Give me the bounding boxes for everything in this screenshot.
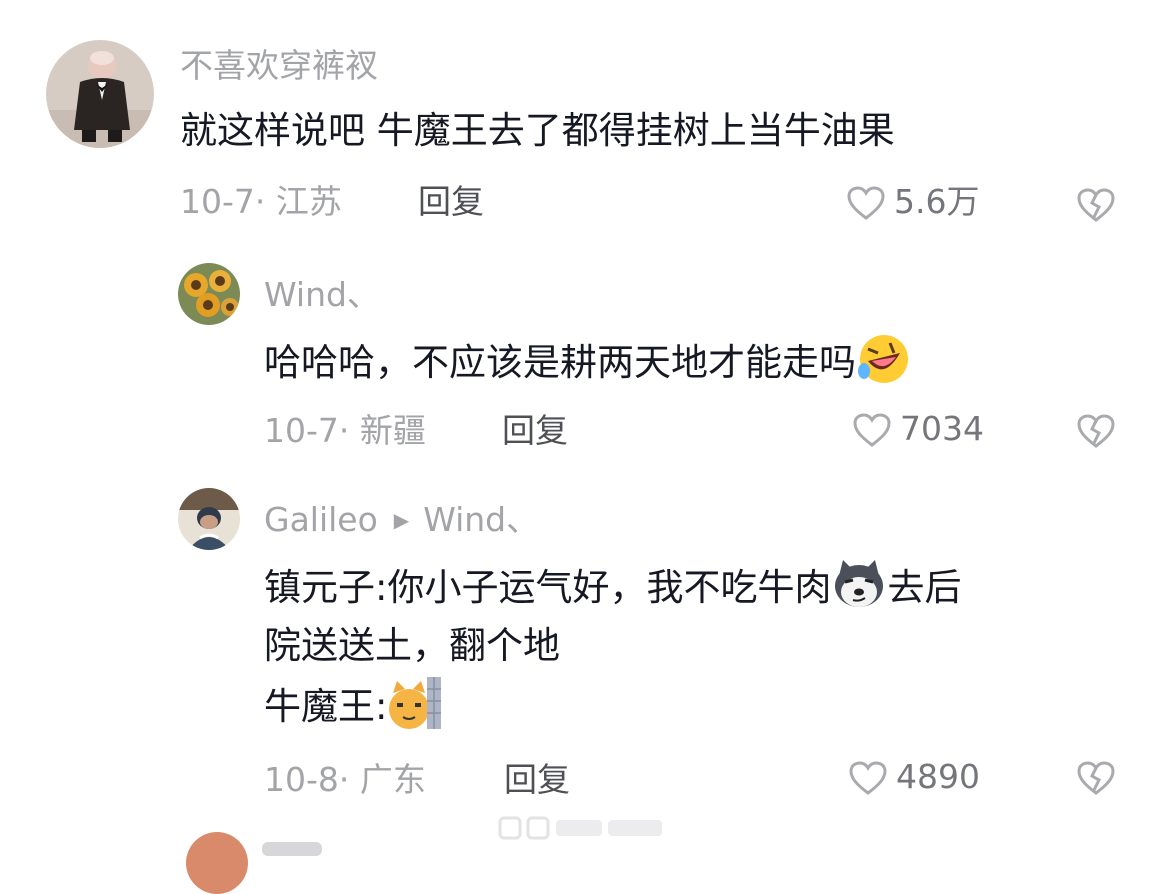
reply-button[interactable]: 回复 <box>504 763 570 796</box>
rolling-laughing-emoji-icon <box>858 335 908 383</box>
heart-icon <box>847 186 885 220</box>
avatar[interactable] <box>46 40 154 148</box>
cat-peeking-emoji-icon <box>389 677 442 729</box>
dislike-icon[interactable] <box>1076 411 1116 451</box>
sunflowers-icon <box>178 263 240 325</box>
next-comment-avatar[interactable] <box>186 832 248 894</box>
comment-line-2: 院送送土，翻个地 <box>264 624 560 667</box>
like-count: 5.6万 <box>894 182 980 221</box>
comment-line-3: 牛魔王: <box>264 675 961 736</box>
like-button[interactable]: 4890 <box>848 760 980 796</box>
author-name[interactable]: Galileo <box>264 500 378 539</box>
doge-emoji-icon <box>835 560 884 607</box>
heart-icon <box>853 413 891 447</box>
avatar[interactable] <box>178 488 240 550</box>
monkey-in-suit-icon <box>46 40 154 148</box>
comment-text: 哈哈哈，不应该是耕两天地才能走吗 <box>264 331 912 392</box>
comment-text: 镇元子:你小子运气好，我不吃牛肉 去后 院送送土，翻个地 牛魔王: <box>264 556 961 736</box>
comment-text: 就这样说吧 牛魔王去了都得挂树上当牛油果 <box>180 109 895 152</box>
like-button[interactable]: 7034 <box>852 412 984 448</box>
dislike-icon[interactable] <box>1076 185 1116 225</box>
comment-date-location: 10-7· 新疆 <box>264 411 426 450</box>
like-button[interactable]: 5.6万 <box>846 185 979 221</box>
reply-arrow-icon: ▶ <box>393 508 410 532</box>
comment-line-3-text: 牛魔王: <box>264 685 388 728</box>
heart-icon <box>849 761 887 795</box>
reply-button[interactable]: 回复 <box>502 414 568 447</box>
comment-date-location: 10-8· 广东 <box>264 760 426 799</box>
next-comment-username <box>262 842 322 856</box>
like-count: 4890 <box>896 757 980 796</box>
username: Galileo ▶ Wind、 <box>264 503 539 536</box>
comment-line-1-text: 镇元子:你小子运气好，我不吃牛肉 <box>264 566 832 609</box>
like-count: 7034 <box>900 409 984 448</box>
avatar[interactable] <box>178 263 240 325</box>
reply-button[interactable]: 回复 <box>418 185 484 218</box>
reply-to-name[interactable]: Wind、 <box>423 500 539 539</box>
comment-line-1: 镇元子:你小子运气好，我不吃牛肉 去后 <box>264 556 961 617</box>
comment-date-location: 10-7· 江苏 <box>180 182 342 221</box>
comment-line-1-end: 去后 <box>887 566 962 609</box>
man-portrait-icon <box>178 488 240 550</box>
username[interactable]: Wind、 <box>264 278 380 311</box>
username[interactable]: 不喜欢穿裤衩 <box>180 49 378 82</box>
comment-text-content: 哈哈哈，不应该是耕两天地才能走吗 <box>264 341 856 384</box>
dislike-icon[interactable] <box>1076 758 1116 798</box>
watermark-logo-icon <box>498 816 662 840</box>
